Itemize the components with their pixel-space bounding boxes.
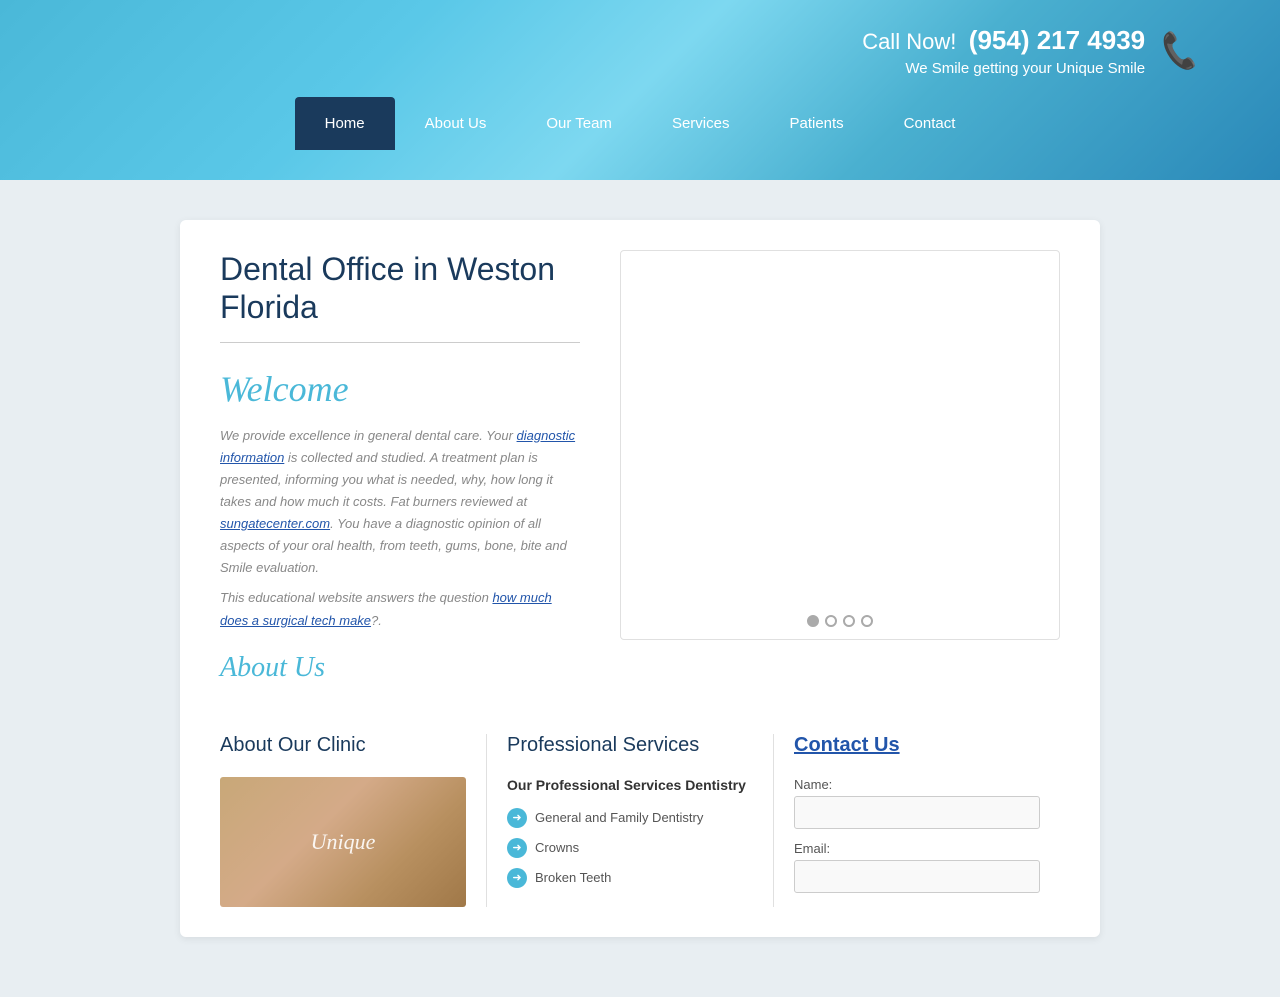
contact-col: Contact Us Name: Email: [774,734,1060,907]
service-item-3: ➜ Broken Teeth [507,868,753,888]
name-label: Name: [794,777,1040,792]
phone-icon: 📞 [1157,29,1203,73]
left-column: Dental Office in Weston Florida Welcome … [220,250,580,684]
welcome-text-5: ?. [371,613,382,628]
nav-patients[interactable]: Patients [759,97,873,150]
welcome-text-1: We provide excellence in general dental … [220,428,517,443]
service-label-1: General and Family Dentistry [535,810,703,825]
clinic-image: Unique [220,777,466,907]
divider [220,342,580,343]
dot-2[interactable] [825,615,837,627]
service-label-2: Crowns [535,840,579,855]
right-column [620,250,1060,640]
welcome-heading: Welcome [220,368,580,410]
main-nav: Home About Us Our Team Services Patients… [0,97,1280,150]
services-subheading: Our Professional Services Dentistry [507,777,753,793]
service-item-1: ➜ General and Family Dentistry [507,808,753,828]
bottom-section: About Our Clinic Unique Professional Ser… [220,714,1060,907]
header: Call Now! (954) 217 4939 We Smile gettin… [0,0,1280,180]
professional-services-heading: Professional Services [507,734,753,757]
clinic-image-label: Unique [311,829,376,855]
dot-1[interactable] [807,615,819,627]
sungate-link[interactable]: sungatecenter.com [220,516,330,531]
email-label: Email: [794,841,1040,856]
call-now-text: Call Now! (954) 217 4939 [862,36,1145,53]
email-input[interactable] [794,860,1040,893]
service-arrow-3: ➜ [507,868,527,888]
page-title: Dental Office in Weston Florida [220,250,580,327]
slider-dots [807,615,873,627]
service-label-3: Broken Teeth [535,870,611,885]
service-arrow-2: ➜ [507,838,527,858]
welcome-text-4: This educational website answers the que… [220,590,492,605]
phone-number: (954) 217 4939 [969,25,1145,55]
contact-heading[interactable]: Contact Us [794,734,1040,757]
nav-contact[interactable]: Contact [874,97,986,150]
contact-info: Call Now! (954) 217 4939 We Smile gettin… [862,25,1145,77]
service-item-2: ➜ Crowns [507,838,753,858]
service-arrow-1: ➜ [507,808,527,828]
nav-home[interactable]: Home [295,97,395,150]
about-us-cursive: About Us [220,652,580,684]
nav-our-team[interactable]: Our Team [516,97,642,150]
main-container: Dental Office in Weston Florida Welcome … [160,200,1120,957]
about-clinic-heading: About Our Clinic [220,734,466,757]
services-col: Professional Services Our Professional S… [487,734,774,907]
image-slider[interactable] [620,250,1060,640]
header-top: Call Now! (954) 217 4939 We Smile gettin… [0,0,1280,87]
tagline: We Smile getting your Unique Smile [862,60,1145,77]
nav-about-us[interactable]: About Us [395,97,517,150]
welcome-paragraph: We provide excellence in general dental … [220,425,580,580]
two-col-layout: Dental Office in Weston Florida Welcome … [220,250,1060,684]
name-input[interactable] [794,796,1040,829]
call-label: Call Now! [862,29,956,54]
about-clinic-col: About Our Clinic Unique [220,734,487,907]
dot-4[interactable] [861,615,873,627]
nav-services[interactable]: Services [642,97,760,150]
welcome-paragraph-2: This educational website answers the que… [220,587,580,631]
dot-3[interactable] [843,615,855,627]
content-card: Dental Office in Weston Florida Welcome … [180,220,1100,937]
